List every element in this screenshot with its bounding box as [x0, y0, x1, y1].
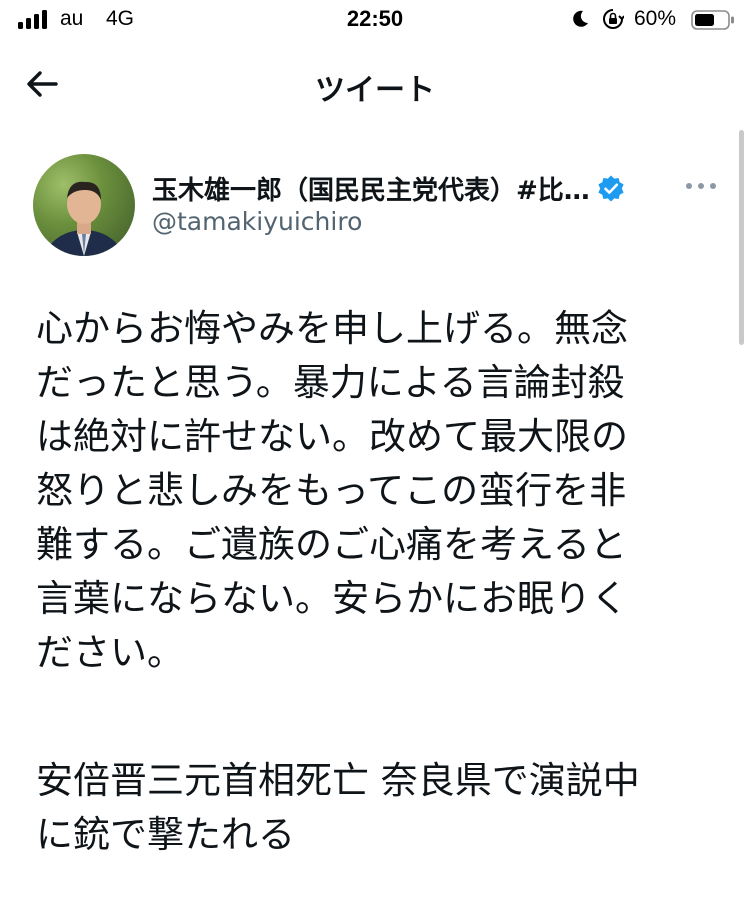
scrollbar[interactable]: [739, 130, 744, 345]
moon-icon: [573, 10, 588, 27]
avatar[interactable]: [33, 154, 135, 256]
orientation-lock-icon: [603, 9, 624, 29]
verified-badge-icon: [598, 175, 624, 201]
author-name-row[interactable]: 玉木雄一郎（国民民主党代表）#比…: [152, 170, 626, 207]
avatar-photo: [44, 181, 124, 256]
more-options-icon[interactable]: [684, 180, 718, 192]
tweet-text: 心からお悔やみを申し上げる。無念 だったと思う。暴力による言論封殺 は絶対に許せ…: [36, 307, 628, 674]
battery-percent: 60%: [634, 7, 677, 30]
linked-card-title[interactable]: 安倍晋三元首相死亡 奈良県で演説中 に銃で撃たれる: [36, 754, 726, 862]
page-title: ツイート: [315, 73, 435, 108]
author-handle[interactable]: @tamakiyuichiro: [152, 207, 362, 236]
battery-icon: [691, 10, 734, 30]
display-name[interactable]: 玉木雄一郎（国民民主党代表）#比…: [152, 170, 590, 207]
status-bar: au 4G 22:50 60%: [0, 0, 750, 44]
